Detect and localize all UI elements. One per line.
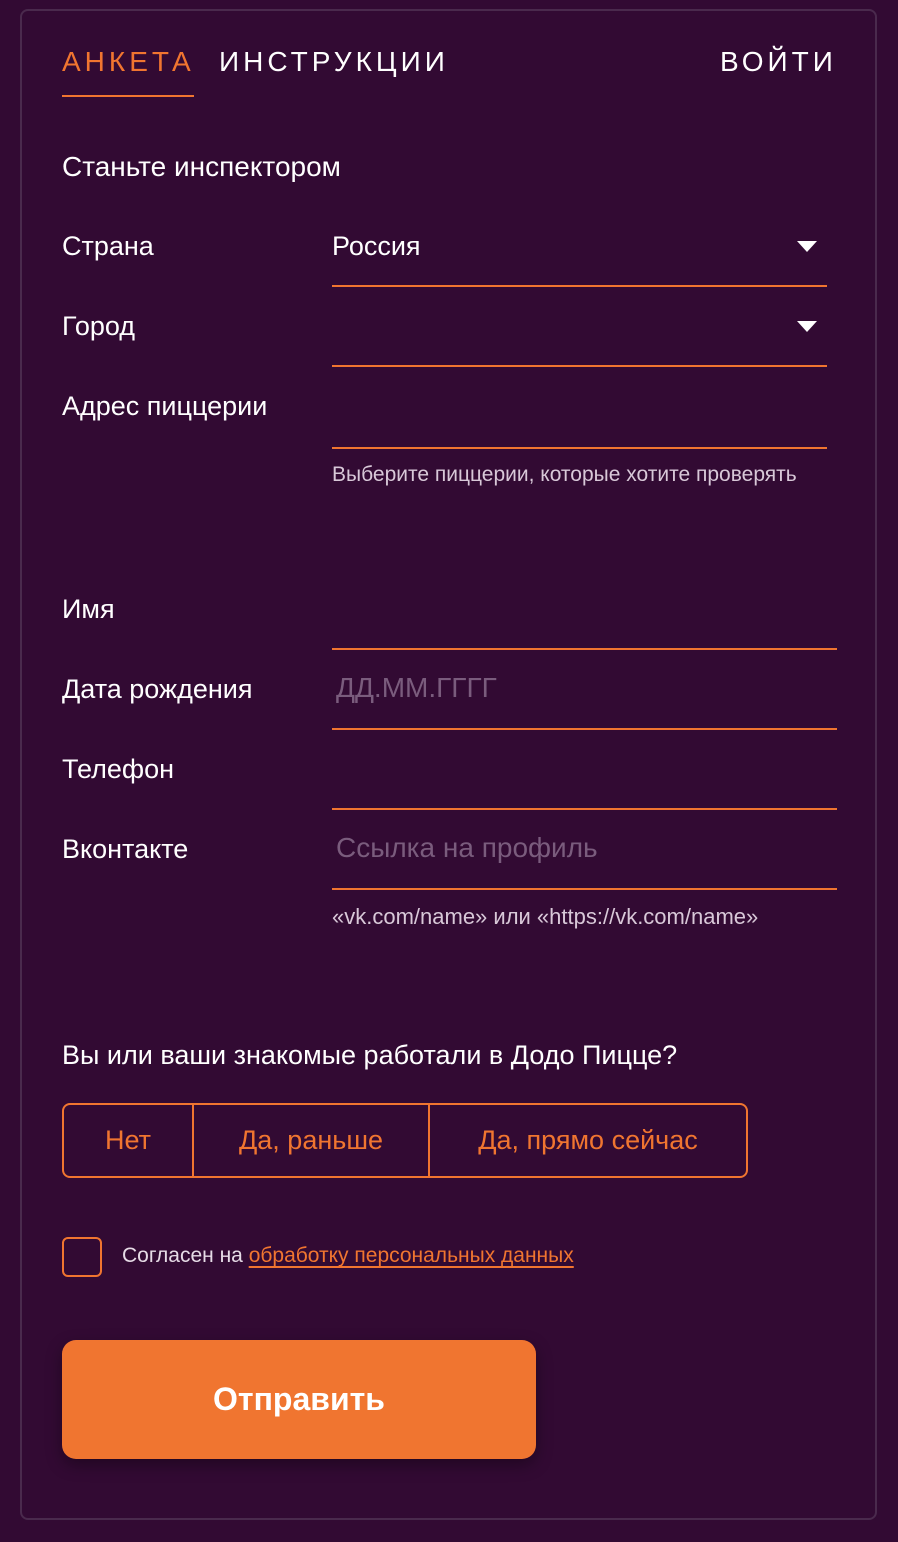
country-value: Россия <box>332 231 421 261</box>
country-select[interactable]: Россия <box>332 225 827 287</box>
vk-placeholder: Ссылка на профиль <box>336 832 598 863</box>
option-before-button[interactable]: Да, раньше <box>192 1105 428 1176</box>
tab-anketa[interactable]: Анкета <box>62 46 195 78</box>
dodo-work-question: Вы или ваши знакомые работали в Додо Пиц… <box>62 1040 678 1070</box>
consent-checkbox[interactable] <box>62 1237 102 1277</box>
tab-instructions[interactable]: Инструкции <box>219 46 449 78</box>
personal-data-link[interactable]: обработку персональных данных <box>249 1244 574 1267</box>
address-input[interactable] <box>332 385 827 449</box>
login-link[interactable]: Войти <box>720 46 837 78</box>
option-no-button[interactable]: Нет <box>64 1105 192 1176</box>
phone-input[interactable] <box>332 746 837 810</box>
consent-prefix: Согласен на <box>122 1244 249 1267</box>
vk-label: Вконтакте <box>62 834 189 864</box>
active-tab-underline <box>62 95 194 97</box>
page-title: Станьте инспектором <box>62 151 341 182</box>
option-now-button[interactable]: Да, прямо сейчас <box>428 1105 746 1176</box>
consent-text: Согласен на обработку персональных данны… <box>122 1240 574 1272</box>
city-label: Город <box>62 311 136 341</box>
work-history-segmented-control: Нет Да, раньше Да, прямо сейчас <box>62 1103 748 1178</box>
birthdate-input[interactable]: ДД.ММ.ГГГГ <box>332 666 837 730</box>
chevron-down-icon <box>797 241 817 252</box>
chevron-down-icon <box>797 321 817 332</box>
submit-button[interactable]: Отправить <box>62 1340 536 1459</box>
vk-hint: «vk.com/name» или «https://vk.com/name» <box>332 904 759 929</box>
name-input[interactable] <box>332 586 837 650</box>
birthdate-placeholder: ДД.ММ.ГГГГ <box>336 672 497 703</box>
phone-label: Телефон <box>62 754 175 784</box>
address-label: Адрес пиццерии <box>62 391 268 421</box>
city-select[interactable] <box>332 305 827 367</box>
name-label: Имя <box>62 594 115 624</box>
birthdate-label: Дата рождения <box>62 674 253 704</box>
vk-input[interactable]: Ссылка на профиль <box>332 826 837 890</box>
address-hint: Выберите пиццерии, которые хотите провер… <box>332 463 797 486</box>
country-label: Страна <box>62 231 154 261</box>
